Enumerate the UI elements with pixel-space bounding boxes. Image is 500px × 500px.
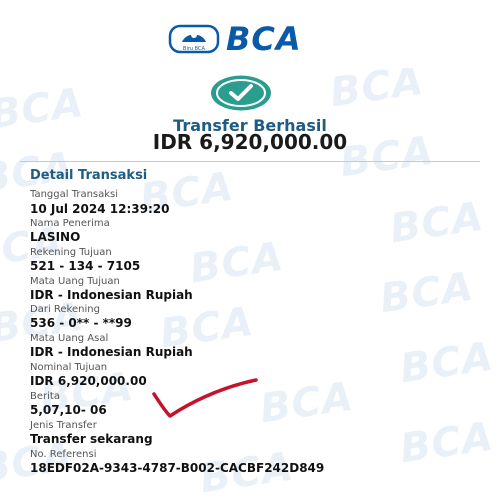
app-header: Biru BCA BCA	[0, 0, 500, 68]
field-value-dari-rekening: 536 - 0** - **99	[30, 316, 132, 330]
field-value-jenis-transfer: Transfer sekarang	[30, 432, 153, 446]
field-label-no-referensi: No. Referensi	[30, 449, 97, 460]
detail-section-title: Detail Transaksi	[30, 168, 148, 183]
field-label-mata-uang-asal: Mata Uang Asal	[30, 333, 109, 344]
bca-wordmark: BCA	[226, 20, 302, 58]
field-label-rekening-tujuan: Rekening Tujuan	[30, 247, 112, 258]
field-value-nominal-tujuan: IDR 6,920,000.00	[30, 374, 147, 388]
field-label-jenis-transfer: Jenis Transfer	[30, 420, 97, 431]
field-value-nama-penerima: LASINO	[30, 230, 81, 244]
field-value-tanggal-transaksi: 10 Jul 2024 12:39:20	[30, 202, 170, 216]
field-value-mata-uang-asal: IDR - Indonesian Rupiah	[30, 345, 193, 359]
handwritten-checkmark-icon	[152, 378, 258, 418]
field-label-nama-penerima: Nama Penerima	[30, 218, 110, 229]
field-label-mata-uang-tujuan: Mata Uang Tujuan	[30, 276, 120, 287]
section-divider	[20, 161, 480, 162]
success-check-icon	[211, 75, 271, 111]
field-value-no-referensi: 18EDF02A-9343-4787-B002-CACBF242D849	[30, 461, 325, 475]
bca-logo: Biru BCA BCA	[168, 20, 302, 58]
field-label-nominal-tujuan: Nominal Tujuan	[30, 362, 108, 373]
field-label-dari-rekening: Dari Rekening	[30, 304, 100, 315]
field-value-mata-uang-tujuan: IDR - Indonesian Rupiah	[30, 288, 193, 302]
svg-text:Biru BCA: Biru BCA	[183, 46, 205, 52]
field-label-tanggal-transaksi: Tanggal Transaksi	[30, 189, 119, 200]
bca-emblem-icon: Biru BCA	[168, 24, 220, 54]
transfer-amount: IDR 6,920,000.00	[152, 130, 348, 154]
field-label-berita: Berita	[30, 391, 60, 402]
field-value-berita: 5,07,10- 06	[30, 403, 107, 417]
field-value-rekening-tujuan: 521 - 134 - 7105	[30, 259, 141, 273]
